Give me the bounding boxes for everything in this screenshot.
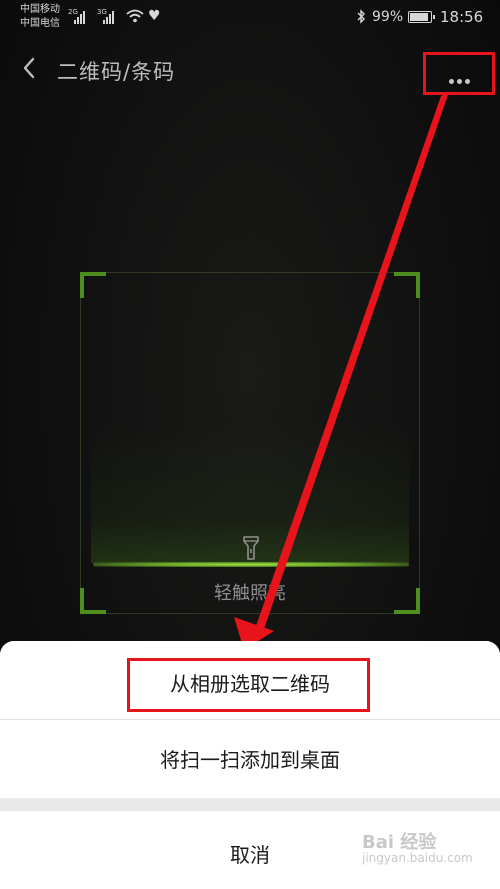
torch-label[interactable]: 轻触照亮 <box>81 579 419 605</box>
more-dots-icon <box>449 69 473 88</box>
wifi-icon <box>126 9 144 23</box>
add-to-desktop-label: 将扫一扫添加到桌面 <box>160 748 340 772</box>
battery-icon <box>408 11 435 23</box>
carrier-1: 中国移动 <box>20 4 60 15</box>
clock: 18:56 <box>440 8 484 26</box>
sheet-gap <box>0 798 500 811</box>
status-bar: 中国移动 中国电信 2G 3G ♥ 99% 18:56 <box>0 0 500 36</box>
frame-corner-top-right <box>394 272 420 298</box>
page-title: 二维码/条码 <box>57 60 176 84</box>
carrier-2: 中国电信 <box>20 18 60 29</box>
more-button[interactable] <box>423 52 495 95</box>
chevron-left-icon[interactable] <box>16 53 44 83</box>
select-from-album-label: 从相册选取二维码 <box>170 672 330 696</box>
bluetooth-icon <box>357 9 365 24</box>
watermark: Bai 经验 jingyan.baidu.com <box>362 832 473 865</box>
battery-percent: 99% <box>372 9 404 25</box>
flashlight-icon[interactable] <box>240 535 262 561</box>
heart-rate-icon: ♥ <box>148 8 161 24</box>
scan-frame: 轻触照亮 <box>80 272 420 614</box>
title-bar: 二维码/条码 <box>0 45 500 95</box>
add-to-desktop-option[interactable]: 将扫一扫添加到桌面 <box>0 720 500 798</box>
select-from-album-option[interactable]: 从相册选取二维码 <box>0 641 500 719</box>
frame-corner-top-left <box>80 272 106 298</box>
scanner-screen: 中国移动 中国电信 2G 3G ♥ 99% 18:56 二维码/条码 轻触照亮 … <box>0 0 500 889</box>
scan-line <box>93 562 409 567</box>
